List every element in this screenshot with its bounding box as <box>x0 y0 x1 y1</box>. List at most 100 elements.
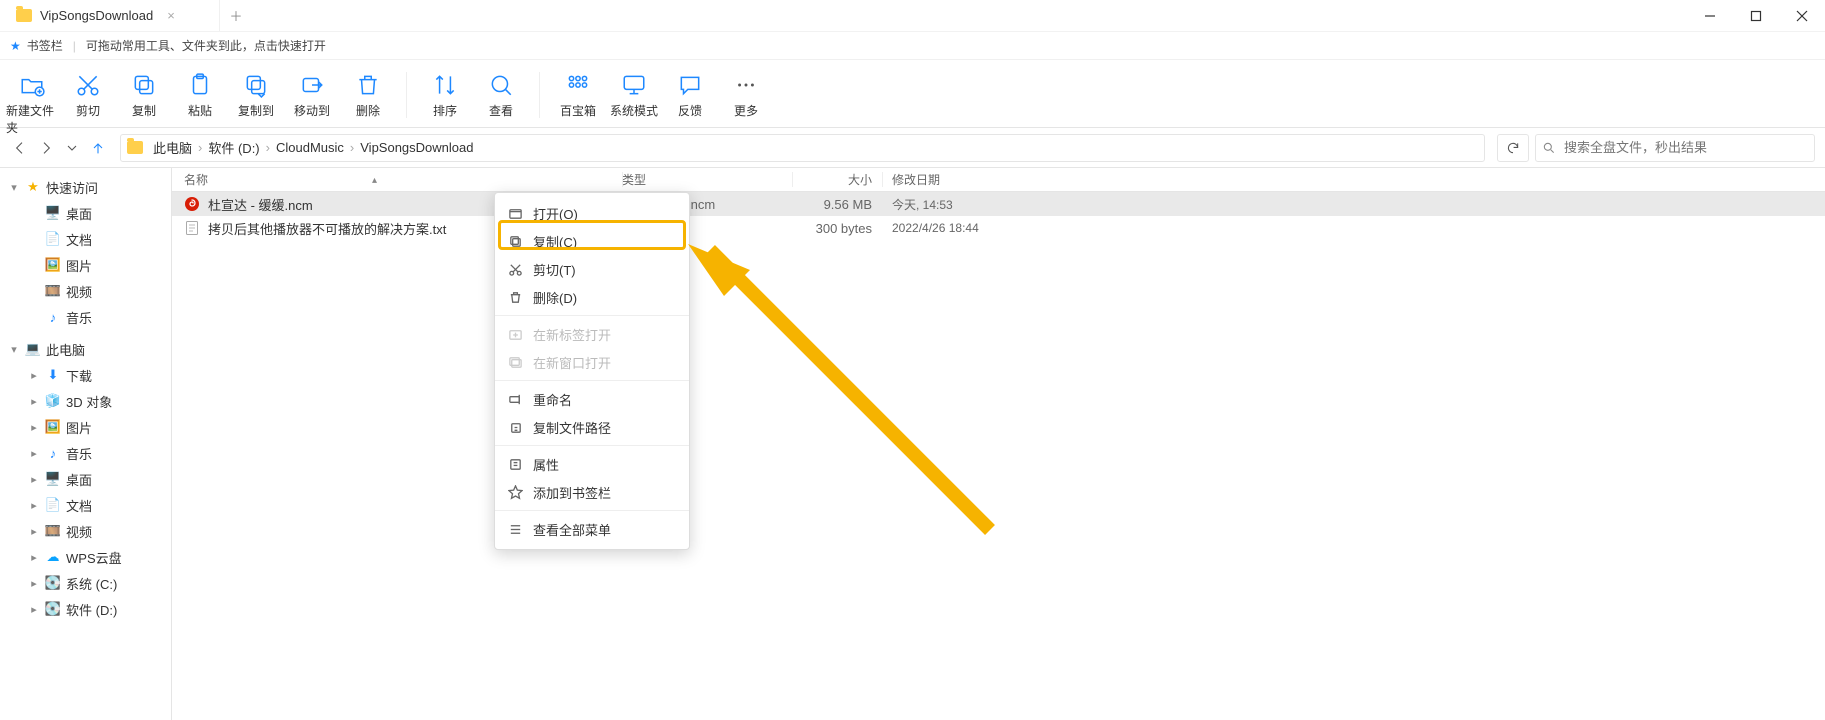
more-button[interactable]: 更多 <box>720 66 772 119</box>
drive-icon: 💽 <box>44 600 62 618</box>
tree-desktop[interactable]: ▸🖥️桌面 <box>0 200 171 226</box>
system-mode-button[interactable]: 系统模式 <box>608 66 660 119</box>
folder-icon <box>127 141 143 154</box>
back-button[interactable] <box>10 138 30 158</box>
history-dropdown[interactable] <box>62 138 82 158</box>
move-to-button[interactable]: 移动到 <box>286 66 338 119</box>
breadcrumb[interactable]: 此电脑 › 软件 (D:) › CloudMusic › VipSongsDow… <box>120 134 1485 162</box>
tree-downloads[interactable]: ▸⬇下载 <box>0 362 171 388</box>
tree-wps-cloud[interactable]: ▸☁WPS云盘 <box>0 544 171 570</box>
col-name[interactable]: 名称▴ <box>172 171 622 188</box>
tab-close-button[interactable]: × <box>161 8 181 23</box>
treasure-button[interactable]: 百宝箱 <box>552 66 604 119</box>
file-row[interactable]: 拷贝后其他播放器不可播放的解决方案.txt 300 bytes 2022/4/2… <box>172 216 1825 240</box>
tree-music[interactable]: ▸♪音乐 <box>0 440 171 466</box>
crumb-current[interactable]: VipSongsDownload <box>360 140 473 155</box>
tree-this-pc[interactable]: ▾ 💻 此电脑 <box>0 336 171 362</box>
context-menu: 打开(O) 复制(C) 剪切(T) 删除(D) 在新标签打开 在新窗口打开 重命… <box>494 192 690 550</box>
ctx-rename[interactable]: 重命名 <box>495 385 689 413</box>
tree-pictures[interactable]: ▸🖼️图片 <box>0 414 171 440</box>
paste-button[interactable]: 粘贴 <box>174 66 226 119</box>
feedback-button[interactable]: 反馈 <box>664 66 716 119</box>
file-row[interactable]: 杜宣达 - 缓缓.ncm cloudmusic.ncm 9.56 MB 今天, … <box>172 192 1825 216</box>
search-box[interactable] <box>1535 134 1815 162</box>
ctx-open[interactable]: 打开(O) <box>495 199 689 227</box>
refresh-button[interactable] <box>1497 134 1529 162</box>
column-headers[interactable]: 名称▴ 类型 大小 修改日期 <box>172 168 1825 192</box>
file-list[interactable]: 名称▴ 类型 大小 修改日期 杜宣达 - 缓缓.ncm cloudmusic.n… <box>172 168 1825 720</box>
maximize-button[interactable] <box>1733 0 1779 31</box>
cut-button[interactable]: 剪切 <box>62 66 114 119</box>
tree-drive-c[interactable]: ▸💽系统 (C:) <box>0 570 171 596</box>
ctx-new-tab: 在新标签打开 <box>495 320 689 348</box>
grid-icon <box>565 70 591 100</box>
ctx-properties[interactable]: 属性 <box>495 450 689 478</box>
forward-button[interactable] <box>36 138 56 158</box>
open-icon <box>507 205 523 221</box>
chat-icon <box>677 70 703 100</box>
up-button[interactable] <box>88 138 108 158</box>
music-icon: ♪ <box>44 444 62 462</box>
tree-documents[interactable]: ▸📄文档 <box>0 226 171 252</box>
tree-music[interactable]: ▸♪音乐 <box>0 304 171 330</box>
file-size: 300 bytes <box>792 221 882 236</box>
delete-button[interactable]: 删除 <box>342 66 394 119</box>
sort-icon <box>432 70 458 100</box>
copy-button[interactable]: 复制 <box>118 66 170 119</box>
col-date[interactable]: 修改日期 <box>882 171 1022 188</box>
folder-icon <box>16 9 32 22</box>
tree-pictures[interactable]: ▸🖼️图片 <box>0 252 171 278</box>
bookmark-hint: 可拖动常用工具、文件夹到此，点击快速打开 <box>86 37 326 54</box>
tree-videos[interactable]: ▸🎞️视频 <box>0 278 171 304</box>
file-name: 拷贝后其他播放器不可播放的解决方案.txt <box>208 219 446 238</box>
star-icon: ★ <box>24 178 42 196</box>
bookmark-label: 书签栏 <box>27 37 63 54</box>
tree-quick-access[interactable]: ▾ ★ 快速访问 <box>0 174 171 200</box>
minimize-button[interactable] <box>1687 0 1733 31</box>
new-tab-icon <box>507 326 523 342</box>
image-icon: 🖼️ <box>44 256 62 274</box>
tree-documents[interactable]: ▸📄文档 <box>0 492 171 518</box>
ctx-copy[interactable]: 复制(C) <box>495 227 689 255</box>
star-icon: ★ <box>10 39 21 53</box>
more-icon <box>735 70 757 100</box>
col-type[interactable]: 类型 <box>622 171 792 188</box>
crumb-cloudmusic[interactable]: CloudMusic <box>276 140 344 155</box>
tree-desktop[interactable]: ▸🖥️桌面 <box>0 466 171 492</box>
col-size[interactable]: 大小 <box>792 171 882 188</box>
close-button[interactable] <box>1779 0 1825 31</box>
window-controls <box>1687 0 1825 31</box>
new-window-icon <box>507 354 523 370</box>
video-icon: 🎞️ <box>44 282 62 300</box>
view-button[interactable]: 查看 <box>475 66 527 119</box>
desktop-icon: 🖥️ <box>44 204 62 222</box>
ctx-add-bookmark[interactable]: 添加到书签栏 <box>495 478 689 506</box>
drive-icon: 💽 <box>44 574 62 592</box>
video-icon: 🎞️ <box>44 522 62 540</box>
copy-icon <box>507 233 523 249</box>
tree-3d-objects[interactable]: ▸🧊3D 对象 <box>0 388 171 414</box>
file-size: 9.56 MB <box>792 197 882 212</box>
tree-drive-d[interactable]: ▸💽软件 (D:) <box>0 596 171 622</box>
star-icon <box>507 484 523 500</box>
ctx-delete[interactable]: 删除(D) <box>495 283 689 311</box>
trash-icon <box>507 289 523 305</box>
search-input[interactable] <box>1562 139 1808 156</box>
list-icon <box>507 521 523 537</box>
ctx-all-menu[interactable]: 查看全部菜单 <box>495 515 689 543</box>
crumb-drive[interactable]: 软件 (D:) <box>208 138 259 157</box>
cloud-icon: ☁ <box>44 548 62 566</box>
copy-to-button[interactable]: 复制到 <box>230 66 282 119</box>
sidebar-tree[interactable]: ▾ ★ 快速访问 ▸🖥️桌面 ▸📄文档 ▸🖼️图片 ▸🎞️视频 ▸♪音乐 ▾ 💻… <box>0 168 172 720</box>
divider: | <box>73 39 76 53</box>
ctx-cut[interactable]: 剪切(T) <box>495 255 689 283</box>
sort-button[interactable]: 排序 <box>419 66 471 119</box>
tree-videos[interactable]: ▸🎞️视频 <box>0 518 171 544</box>
ctx-copy-path[interactable]: 复制文件路径 <box>495 413 689 441</box>
new-tab-button[interactable]: ＋ <box>220 0 252 31</box>
crumb-this-pc[interactable]: 此电脑 <box>153 138 192 157</box>
tab-title: VipSongsDownload <box>40 8 153 23</box>
tab-active[interactable]: VipSongsDownload × <box>0 0 220 31</box>
new-folder-button[interactable]: 新建文件夹 <box>6 66 58 136</box>
properties-icon <box>507 456 523 472</box>
